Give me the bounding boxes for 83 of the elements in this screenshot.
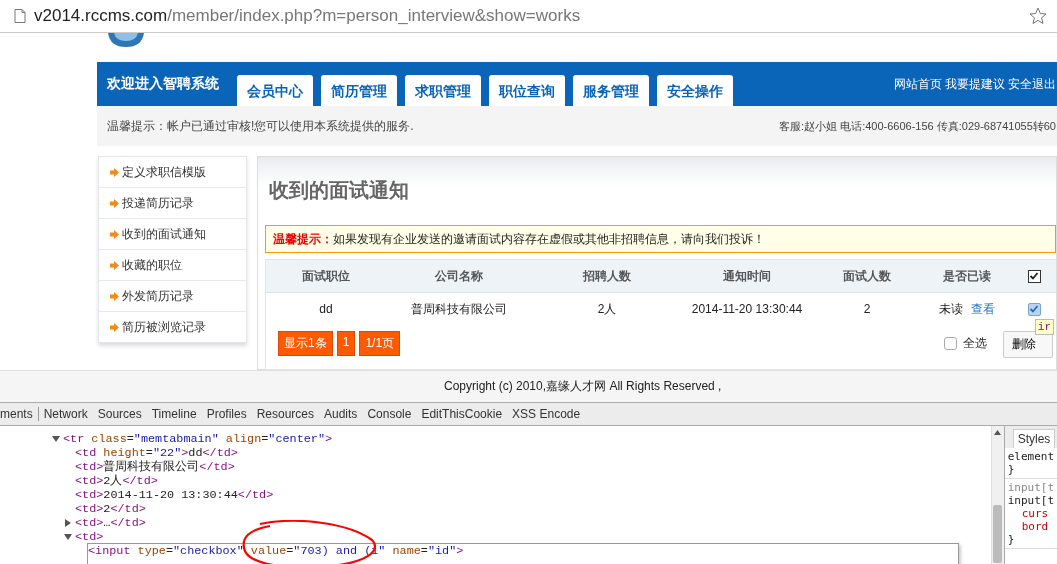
check-icon	[1029, 271, 1039, 281]
welcome-text: 欢迎进入智聘系统	[107, 75, 219, 93]
column-header: 面试人数	[843, 267, 891, 285]
nav-tab[interactable]: 会员中心	[237, 75, 313, 106]
arrow-icon	[110, 167, 119, 177]
column-header: 面试职位	[302, 267, 350, 285]
devtools-tab[interactable]: Timeline	[146, 407, 202, 421]
css-line: }	[1007, 533, 1016, 546]
code-line[interactable]: <td>2</td>	[75, 502, 146, 516]
column-header: 是否已读	[943, 267, 991, 285]
star-icon	[1029, 7, 1047, 25]
expand-triangle-icon[interactable]	[64, 533, 72, 541]
devtools-tab[interactable]: Audits	[319, 407, 363, 421]
tooltip: ir	[1034, 319, 1054, 335]
devtools-tab[interactable]: Console	[362, 407, 417, 421]
code-line[interactable]: <td>	[75, 530, 104, 544]
read-status: 未读	[939, 300, 963, 318]
url-field[interactable]: v2014.rccms.com/member/index.php?m=person_interview&show=works	[34, 6, 1021, 26]
code-line[interactable]: <tr class="memtabmain" align="center">	[63, 432, 333, 446]
checkbox[interactable]	[1027, 302, 1041, 316]
column-header: 招聘人数	[583, 267, 631, 285]
css-line: bord	[1020, 520, 1050, 533]
table-cell: dd	[319, 302, 333, 316]
code-line[interactable]: <td height="22">dd</td>	[75, 446, 238, 460]
sidebar-link[interactable]: 定义求职信模版	[122, 163, 206, 181]
styles-tab[interactable]: Styles	[1012, 429, 1056, 448]
table-cell: 普周科技有限公司	[411, 300, 507, 318]
delete-button[interactable]: 删除	[1003, 331, 1053, 358]
select-all-label[interactable]: 全选	[963, 335, 987, 352]
code-line[interactable]: <td>普周科技有限公司</td>	[75, 459, 235, 475]
table-cell: 2人	[597, 300, 617, 318]
notice-text: 温馨提示：帐户已通过审核!您可以使用本系统提供的服务.	[107, 117, 414, 135]
warning-text: 温馨提示：如果发现有企业发送的邀请面试内容存在虚假或其他非招聘信息，请向我们投诉！	[273, 230, 765, 248]
copyright-text: Copyright (c) 2010,嘉缘人才网 All Rights Reserved ,	[0, 370, 1057, 402]
devtools-tab[interactable]: Resources	[251, 407, 319, 421]
sidebar-link[interactable]: 外发简历记录	[122, 287, 194, 305]
css-line: curs	[1020, 507, 1050, 520]
scroll-thumb[interactable]	[993, 505, 1003, 563]
column-header: 公司名称	[435, 267, 483, 285]
arrow-icon	[110, 322, 119, 332]
logo-icon	[108, 33, 144, 47]
sidebar-link[interactable]: 收到的面试通知	[122, 225, 206, 243]
check-icon	[1029, 304, 1039, 314]
page-title: 收到的面试通知	[269, 178, 410, 203]
css-line: element	[1007, 450, 1054, 463]
nav-tab[interactable]: 简历管理	[321, 75, 397, 106]
table-cell: 2	[863, 302, 871, 316]
sidebar-link[interactable]: 简历被浏览记录	[122, 318, 206, 336]
devtools-tab[interactable]: EditThisCookie	[416, 407, 508, 421]
checkbox[interactable]	[944, 337, 957, 350]
checkbox[interactable]	[1027, 269, 1041, 283]
nav-link[interactable]: 网站首页	[894, 75, 942, 93]
devtools-tab[interactable]: Sources	[92, 407, 147, 421]
view-link[interactable]: 查看	[971, 300, 995, 318]
devtools-tab[interactable]: Profiles	[201, 407, 252, 421]
nav-link[interactable]: 安全退出	[1008, 75, 1056, 93]
contact-text: 客服:赵小姐 电话:400-6606-156 传真:029-68741055转60	[779, 118, 1056, 134]
arrow-icon	[110, 229, 119, 239]
page-icon	[14, 9, 26, 23]
code-line[interactable]: <td>…</td>	[75, 516, 146, 530]
devtools-tab[interactable]: XSS Encode	[507, 407, 586, 421]
expand-triangle-icon[interactable]	[52, 435, 60, 443]
nav-tab[interactable]: 服务管理	[573, 75, 649, 106]
column-header: 通知时间	[723, 267, 771, 285]
devtools-tab[interactable]: Network	[38, 407, 93, 421]
collapse-triangle-icon[interactable]	[64, 519, 72, 527]
css-line: }	[1007, 463, 1016, 476]
css-line: input[t	[1007, 481, 1054, 494]
scroll-up-icon	[994, 430, 1002, 435]
css-line: input[t	[1007, 494, 1054, 507]
arrow-icon	[110, 260, 119, 270]
code-line[interactable]: <td>2014-11-20 13:30:44</td>	[75, 488, 274, 502]
table-cell: 2014-11-20 13:30:44	[691, 302, 803, 316]
sidebar-link[interactable]: 收藏的职位	[122, 256, 182, 274]
sidebar-link[interactable]: 投递简历记录	[122, 194, 194, 212]
arrow-icon	[110, 291, 119, 301]
nav-link[interactable]: 我要提建议	[945, 75, 1005, 93]
nav-tab[interactable]: 安全操作	[657, 75, 733, 106]
devtools-tab[interactable]: ments	[0, 407, 39, 421]
nav-tab[interactable]: 求职管理	[405, 75, 481, 106]
code-line[interactable]: <td>2人</td>	[75, 473, 158, 489]
nav-tab[interactable]: 职位查询	[489, 75, 565, 106]
arrow-icon	[110, 198, 119, 208]
